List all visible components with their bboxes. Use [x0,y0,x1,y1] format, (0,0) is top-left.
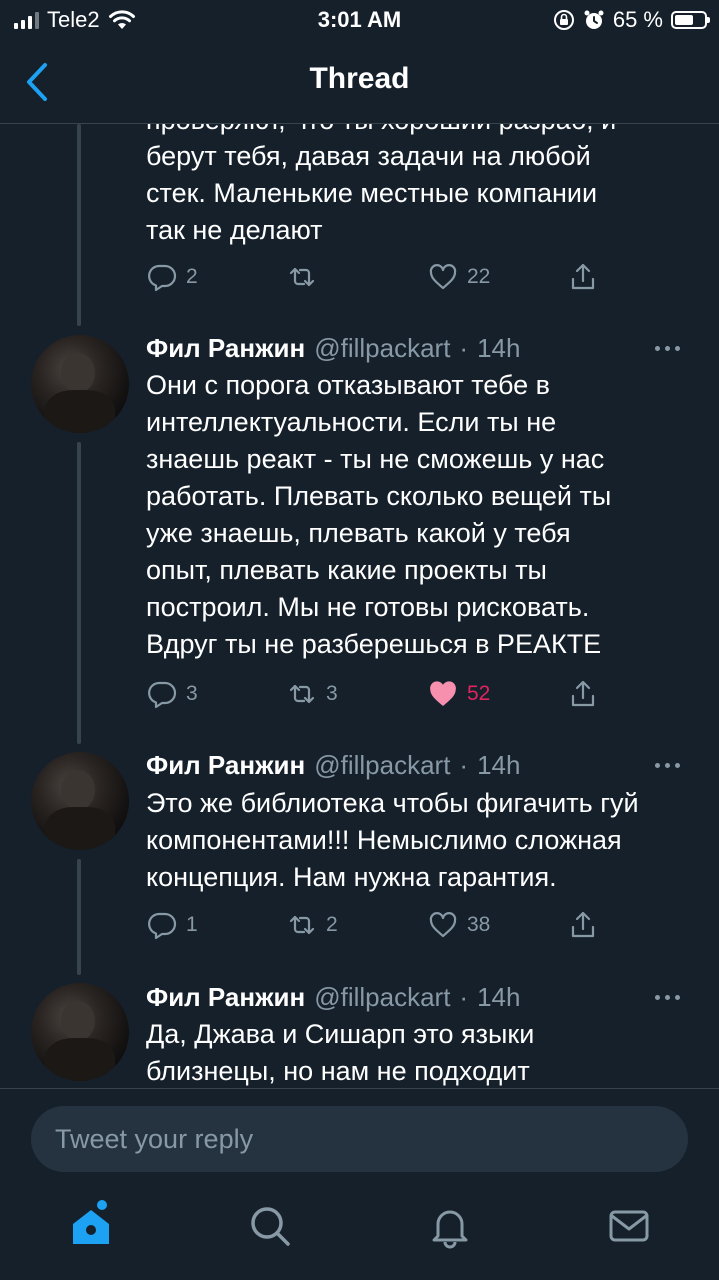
share-icon [571,263,595,290]
heart-icon [429,264,457,290]
tweet-text: Они с порога отказывают тебе в интеллект… [146,370,612,659]
tweet-text: Да, Джава и Сишарп это языки близнецы, н… [146,1019,535,1086]
thread-connector [77,124,81,326]
retweet-count: 2 [326,913,338,936]
status-bar: Tele2 3:01 AM 65 % [0,0,719,40]
separator-dot: · [459,332,469,363]
avatar[interactable] [31,335,129,433]
tweet-time: 14h [477,332,521,363]
avatar[interactable] [31,752,129,850]
like-count: 22 [467,265,491,288]
tweet-actions: 1 2 38 [146,905,616,945]
nav-header: Thread [0,40,719,124]
heart-filled-icon [430,681,456,706]
tweet-actions: 2 22 [146,257,616,297]
tweet-time: 14h [477,981,521,1012]
like-button[interactable]: 38 [427,905,490,945]
tab-notifications[interactable] [426,1202,474,1250]
reply-icon [148,681,177,709]
tweet-author: Фил Ранжин @fillpackart · 14h [146,747,520,783]
separator-dot: · [459,749,469,780]
notification-dot [97,1200,107,1210]
share-button[interactable] [567,257,599,297]
author-handle[interactable]: @fillpackart [314,982,450,1013]
retweet-icon [289,267,315,287]
like-count: 52 [467,682,491,705]
home-icon [73,1210,109,1244]
more-options-button[interactable] [655,342,689,354]
battery-percent: 65 % [612,7,663,32]
bell-icon [432,1210,468,1249]
avatar[interactable] [31,983,129,1081]
retweet-button[interactable]: 3 [286,674,338,714]
tweet-author: Фил Ранжин @fillpackart · 14h [146,330,520,366]
reply-count: 3 [186,682,198,705]
tweet-text-partial: проверяют, что ты хороший разраб, и [146,124,706,139]
retweet-button[interactable]: 2 [286,905,338,945]
tweet-actions: 3 3 52 [146,674,616,714]
share-button[interactable] [567,905,599,945]
thread-connector [77,442,81,744]
tweet-text: берут тебя, давая задачи на любой стек. … [146,141,598,245]
author-handle[interactable]: @fillpackart [314,750,450,781]
reply-icon [148,912,177,940]
like-button[interactable]: 52 [427,674,490,714]
page-title: Thread [309,62,410,95]
retweet-icon [289,684,315,704]
share-icon [571,911,595,938]
more-options-button[interactable] [655,759,689,771]
reply-button[interactable]: 1 [146,905,198,945]
reply-count: 2 [186,265,198,288]
retweet-button[interactable] [286,257,326,297]
tweet-author: Фил Ранжин @fillpackart · 14h [146,979,520,1015]
author-name[interactable]: Фил Ранжин [146,333,305,364]
share-button[interactable] [567,674,599,714]
retweet-icon [289,915,315,935]
like-button[interactable]: 22 [427,257,490,297]
tab-messages[interactable] [605,1202,653,1250]
alarm-icon [584,10,604,29]
tab-bar [0,1190,719,1280]
search-icon [251,1207,290,1246]
like-count: 38 [467,913,491,936]
reply-count: 1 [186,913,198,936]
separator-dot: · [459,981,469,1012]
orientation-lock-icon [553,10,574,30]
reply-button[interactable]: 3 [146,674,198,714]
author-handle[interactable]: @fillpackart [314,333,450,364]
tweet-text: Это же библиотека чтобы фигачить гуй ком… [146,788,639,892]
mail-icon [609,1210,649,1242]
tab-home[interactable] [67,1200,115,1250]
tweet-time: 14h [477,749,521,780]
share-icon [571,680,595,707]
retweet-count: 3 [326,682,338,705]
author-name[interactable]: Фил Ранжин [146,750,305,781]
heart-icon [429,912,457,938]
reply-bar [0,1088,719,1190]
thread-content: проверяют, что ты хороший разраб, и беру… [0,124,719,1088]
battery-icon [671,11,710,29]
tab-search[interactable] [246,1202,294,1250]
reply-input[interactable] [31,1106,688,1172]
more-options-button[interactable] [655,991,689,1003]
author-name[interactable]: Фил Ранжин [146,982,305,1013]
reply-button[interactable]: 2 [146,257,198,297]
thread-connector [77,859,81,975]
reply-icon [148,264,177,292]
